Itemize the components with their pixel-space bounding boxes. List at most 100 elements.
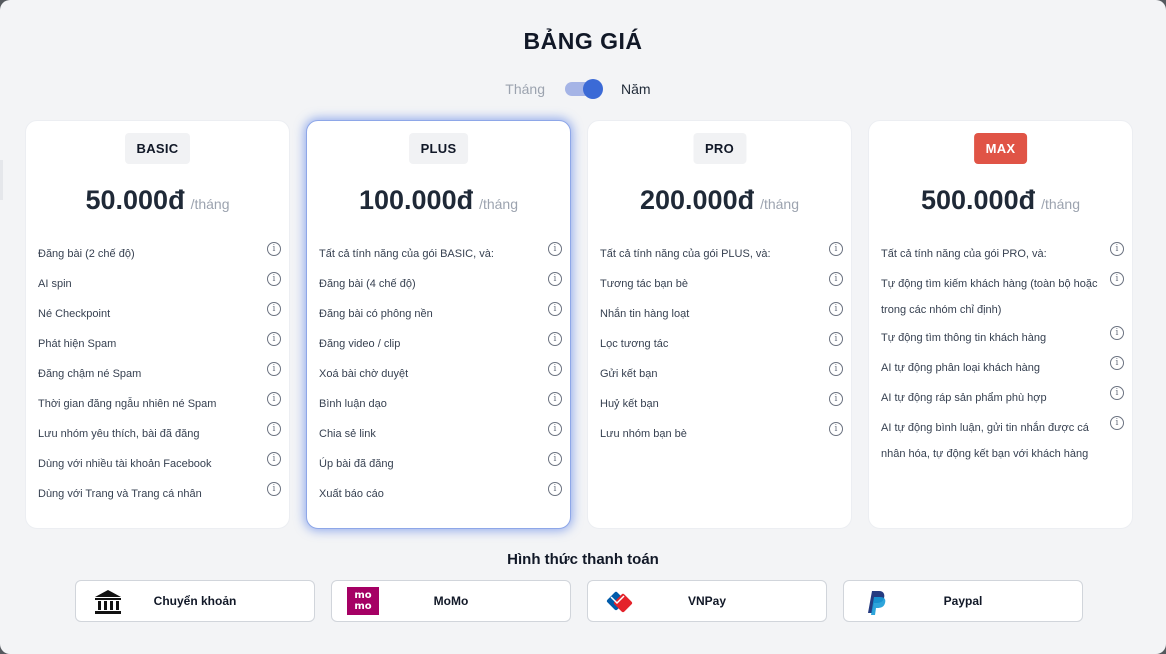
info-icon[interactable]: i (1110, 386, 1124, 400)
feature-item: AI spin i (38, 269, 281, 299)
feature-text: Tương tác bạn bè (600, 278, 688, 290)
feature-text: Né Checkpoint (38, 308, 111, 320)
feature-item: Úp bài đã đăng i (319, 449, 562, 479)
feature-text: Thời gian đăng ngẫu nhiên né Spam (38, 398, 217, 410)
info-icon[interactable]: i (1110, 272, 1124, 286)
plan-name-badge: PLUS (408, 133, 469, 164)
feature-item: Tất cả tính năng của gói BASIC, và: i (319, 239, 562, 269)
feature-item: AI tự động bình luận, gửi tin nhắn được … (881, 413, 1124, 467)
plan-price-row: 200.000đ /tháng (588, 185, 851, 216)
payment-option-vnpay[interactable]: VNPay (587, 580, 827, 622)
info-icon[interactable]: i (267, 332, 281, 346)
billing-period-switch[interactable] (565, 78, 603, 100)
feature-text: Tất cả tính năng của gói PRO, và: (881, 248, 1047, 260)
info-icon[interactable]: i (267, 392, 281, 406)
info-icon[interactable]: i (267, 422, 281, 436)
payment-option-paypal[interactable]: Paypal (843, 580, 1083, 622)
info-icon[interactable]: i (548, 482, 562, 496)
feature-item: Thời gian đăng ngẫu nhiên né Spam i (38, 389, 281, 419)
plan-price-row: 100.000đ /tháng (307, 185, 570, 216)
info-icon[interactable]: i (829, 392, 843, 406)
info-icon[interactable]: i (548, 332, 562, 346)
feature-item: Tự động tìm kiếm khách hàng (toàn bộ hoặ… (881, 269, 1124, 323)
feature-text: Dùng với nhiều tài khoản Facebook (38, 458, 212, 470)
feature-text: Tự động tìm thông tin khách hàng (881, 332, 1047, 344)
info-icon[interactable]: i (829, 332, 843, 346)
toggle-label-month[interactable]: Tháng (485, 81, 545, 97)
plan-price-row: 500.000đ /tháng (869, 185, 1132, 216)
toggle-label-year[interactable]: Năm (621, 81, 681, 97)
window-edge (0, 160, 3, 200)
info-icon[interactable]: i (548, 302, 562, 316)
plan-price: 50.000đ (85, 185, 185, 215)
feature-item: Bình luận dạo i (319, 389, 562, 419)
info-icon[interactable]: i (267, 302, 281, 316)
feature-item: Nhắn tin hàng loạt i (600, 299, 843, 329)
plan-card-pro: PRO 200.000đ /tháng Tất cả tính năng của… (587, 120, 852, 529)
feature-text: Tự động tìm kiếm khách hàng (toàn bộ hoặ… (881, 278, 1098, 316)
plan-price: 200.000đ (639, 185, 755, 215)
feature-text: Gửi kết bạn (600, 368, 658, 380)
feature-item: Tất cả tính năng của gói PRO, và: i (881, 239, 1124, 269)
payment-option-momo[interactable]: mo mo MoMo (331, 580, 571, 622)
info-icon[interactable]: i (829, 362, 843, 376)
info-icon[interactable]: i (829, 272, 843, 286)
feature-item: Huỷ kết bạn i (600, 389, 843, 419)
plan-price: 100.000đ (358, 185, 474, 215)
plan-card-basic: BASIC 50.000đ /tháng Đăng bài (2 chế độ)… (25, 120, 290, 529)
info-icon[interactable]: i (548, 452, 562, 466)
info-icon[interactable]: i (548, 362, 562, 376)
plan-card-plus: PLUS 100.000đ /tháng Tất cả tính năng củ… (306, 120, 571, 529)
feature-text: Úp bài đã đăng (319, 458, 394, 470)
info-icon[interactable]: i (548, 422, 562, 436)
feature-text: Nhắn tin hàng loạt (600, 308, 690, 320)
payment-label: Chuyển khoản (153, 594, 237, 608)
page-title: BẢNG GIÁ (523, 28, 643, 54)
info-icon[interactable]: i (548, 242, 562, 256)
feature-item: Chia sẻ link i (319, 419, 562, 449)
info-icon[interactable]: i (267, 362, 281, 376)
feature-text: Lưu nhóm bạn bè (600, 428, 687, 440)
info-icon[interactable]: i (267, 272, 281, 286)
info-icon[interactable]: i (1110, 416, 1124, 430)
feature-item: Dùng với nhiều tài khoản Facebook i (38, 449, 281, 479)
feature-text: Đăng video / clip (319, 338, 401, 350)
feature-list: Tất cả tính năng của gói PRO, và: i Tự độn… (881, 239, 1124, 467)
feature-list: Tất cả tính năng của gói PLUS, và: i Tương… (600, 239, 843, 449)
feature-text: AI tự động bình luận, gửi tin nhắn được … (881, 422, 1089, 460)
info-icon[interactable]: i (1110, 242, 1124, 256)
feature-list: Đăng bài (2 chế độ) i AI spin i Né Checkpoin… (38, 239, 281, 509)
info-icon[interactable]: i (1110, 326, 1124, 340)
feature-text: Lọc tương tác (600, 338, 669, 350)
payment-label: MoMo (433, 594, 469, 608)
pricing-page: BẢNG GIÁ Tháng Năm BASIC 50.000đ /tháng … (0, 0, 1166, 654)
plan-period: /tháng (479, 196, 519, 212)
info-icon[interactable]: i (267, 482, 281, 496)
feature-list: Tất cả tính năng của gói BASIC, và: i Đăng… (319, 239, 562, 509)
feature-text: Lưu nhóm yêu thích, bài đã đăng (38, 428, 200, 440)
feature-text: Tất cả tính năng của gói PLUS, và: (600, 248, 771, 260)
info-icon[interactable]: i (548, 272, 562, 286)
feature-item: Lưu nhóm bạn bè i (600, 419, 843, 449)
info-icon[interactable]: i (267, 452, 281, 466)
payment-label: VNPay (687, 594, 727, 608)
feature-text: Xuất báo cáo (319, 488, 384, 500)
payment-option-bank-transfer[interactable]: Chuyển khoản (75, 580, 315, 622)
plan-price-row: 50.000đ /tháng (26, 185, 289, 216)
feature-item: Né Checkpoint i (38, 299, 281, 329)
feature-text: Bình luận dạo (319, 398, 387, 410)
billing-toggle: Tháng Năm (0, 78, 1166, 100)
feature-text: Phát hiện Spam (38, 338, 117, 350)
info-icon[interactable]: i (829, 302, 843, 316)
info-icon[interactable]: i (548, 392, 562, 406)
feature-item: Xoá bài chờ duyệt i (319, 359, 562, 389)
feature-item: AI tự động ráp sản phẩm phù hợp i (881, 383, 1124, 413)
info-icon[interactable]: i (829, 422, 843, 436)
payment-title: Hình thức thanh toán (507, 551, 659, 568)
feature-text: Đăng chậm né Spam (38, 368, 142, 380)
info-icon[interactable]: i (267, 242, 281, 256)
info-icon[interactable]: i (829, 242, 843, 256)
plan-period: /tháng (1041, 196, 1081, 212)
info-icon[interactable]: i (1110, 356, 1124, 370)
plan-name-badge: BASIC (124, 133, 191, 164)
